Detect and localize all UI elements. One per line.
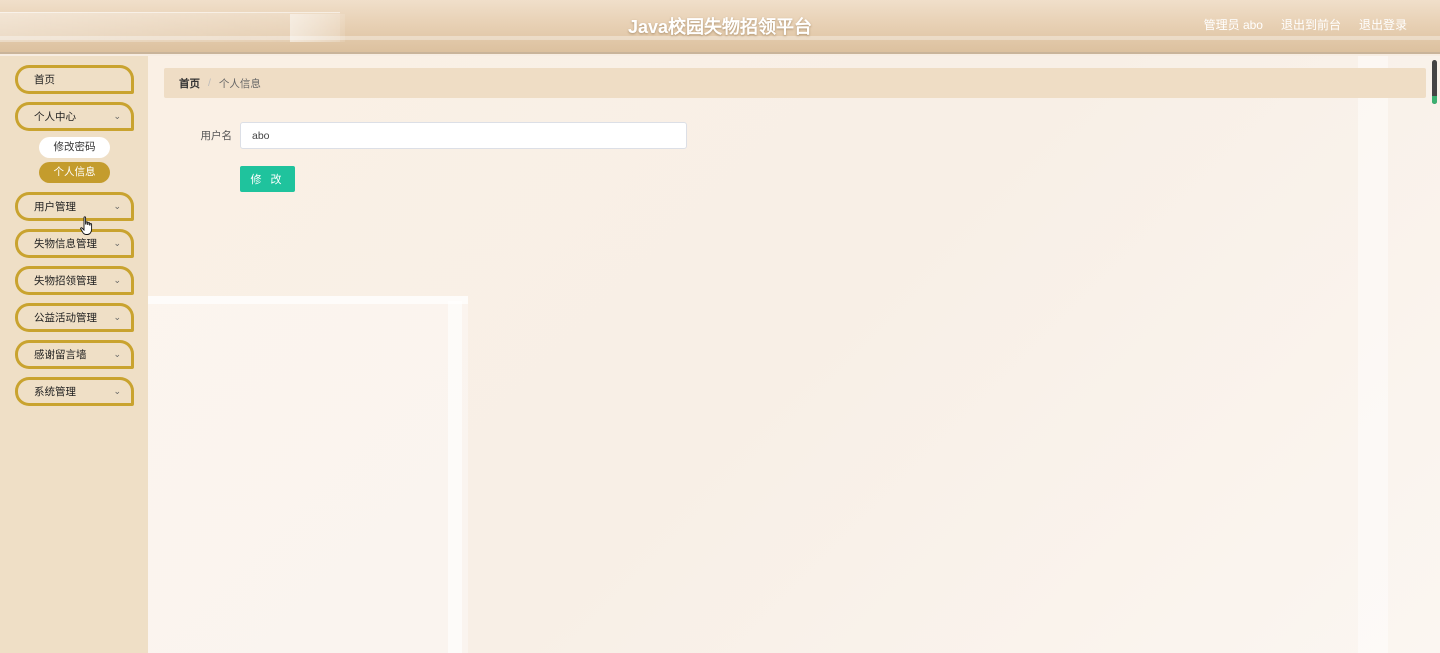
sidebar-item-label: 感谢留言墙 [34,349,87,361]
sidebar-item-label: 首页 [34,74,55,86]
sidebar-item-label: 个人中心 [34,111,76,123]
page-scrollbar[interactable] [1428,56,1440,653]
chevron-down-icon: ⌄ [113,349,121,359]
breadcrumb-separator: / [208,77,211,89]
main-content: 首页 / 个人信息 用户名 修 改 [148,56,1440,653]
sidebar-item-system-management[interactable]: 系统管理 ⌄ [15,377,134,406]
chevron-down-icon: ⌄ [113,275,121,285]
sidebar-item-lost-found-management[interactable]: 失物招领管理 ⌄ [15,266,134,295]
sidebar-item-lost-info-management[interactable]: 失物信息管理 ⌄ [15,229,134,258]
top-header: Java校园失物招领平台 管理员 abo 退出到前台 退出登录 [0,0,1440,54]
modify-button[interactable]: 修 改 [240,166,295,192]
sidebar-item-personal-center[interactable]: 个人中心 ⌄ [15,102,134,131]
sidebar-item-user-management[interactable]: 用户管理 ⌄ [15,192,134,221]
username-input[interactable] [240,122,687,149]
chevron-down-icon: ⌄ [113,111,121,121]
sidebar-subitem-change-password[interactable]: 修改密码 [39,137,110,158]
chevron-down-icon: ⌄ [113,201,121,211]
sidebar-item-label: 失物信息管理 [34,238,97,250]
sidebar: 首页 个人中心 ⌄ 修改密码 个人信息 用户管理 ⌄ 失物信息管理 ⌄ 失物招领… [0,56,148,653]
breadcrumb: 首页 / 个人信息 [164,68,1426,98]
chevron-down-icon: ⌄ [113,238,121,248]
breadcrumb-home[interactable]: 首页 [179,76,200,91]
logout-link[interactable]: 退出登录 [1359,16,1407,33]
chevron-down-icon: ⌄ [113,312,121,322]
scrollbar-thumb[interactable] [1432,60,1437,104]
sidebar-item-label: 用户管理 [34,201,76,213]
sidebar-item-label: 系统管理 [34,386,76,398]
sidebar-item-charity-management[interactable]: 公益活动管理 ⌄ [15,303,134,332]
sidebar-subitem-personal-info[interactable]: 个人信息 [39,162,110,183]
personal-center-submenu: 修改密码 个人信息 [0,137,148,183]
sidebar-item-label: 失物招领管理 [34,275,97,287]
chevron-down-icon: ⌄ [113,386,121,396]
sidebar-item-thanks-wall[interactable]: 感谢留言墙 ⌄ [15,340,134,369]
sidebar-item-home[interactable]: 首页 [15,65,134,94]
background-decoration [148,296,468,653]
current-user-label: 管理员 abo [1203,18,1263,32]
username-row: 用户名 [188,122,687,149]
exit-to-front-link[interactable]: 退出到前台 [1281,16,1341,33]
breadcrumb-current: 个人信息 [218,77,261,90]
sidebar-item-label: 公益活动管理 [34,312,97,324]
hand-cursor-icon [80,216,93,235]
background-decoration [448,301,462,653]
username-label: 用户名 [200,130,233,142]
background-decoration [1358,56,1388,653]
header-actions: 管理员 abo 退出到前台 退出登录 [1204,16,1407,33]
